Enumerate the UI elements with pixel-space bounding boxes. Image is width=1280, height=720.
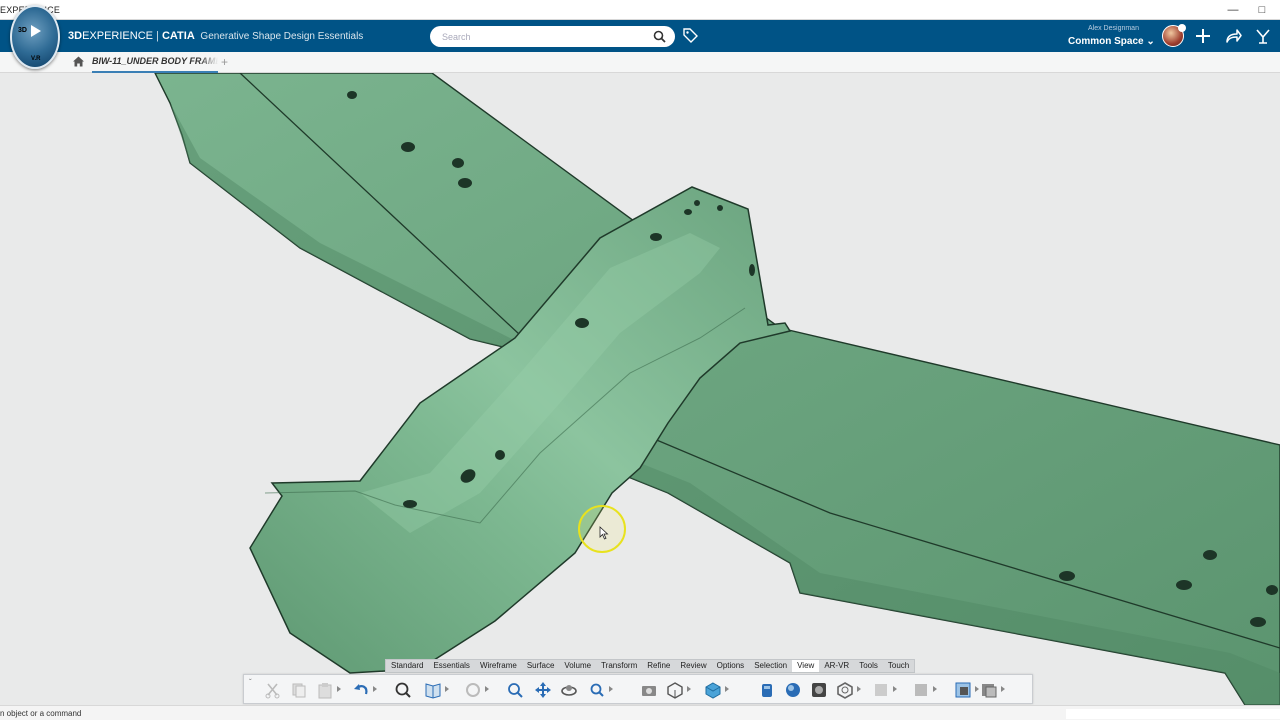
- underbody-frame-model[interactable]: [0, 73, 1280, 705]
- compass-icon[interactable]: 3D V.R: [10, 5, 60, 69]
- materials-icon[interactable]: [784, 681, 802, 699]
- brand-experience: EXPERIENCE: [82, 30, 153, 42]
- action-bar: ˇ: [243, 674, 1033, 704]
- tab-refine[interactable]: Refine: [642, 660, 675, 672]
- tab-standard[interactable]: Standard: [386, 660, 428, 672]
- 3d-viewport[interactable]: [0, 73, 1280, 705]
- search-box[interactable]: [430, 26, 675, 47]
- tab-document-label: BIW-11_UNDER BODY FRAME: [92, 56, 218, 66]
- specification-tree-icon[interactable]: [424, 681, 442, 699]
- tab-options[interactable]: Options: [712, 660, 750, 672]
- expand-arrow-icon[interactable]: [1001, 686, 1005, 692]
- swap-visible-space-icon[interactable]: [912, 681, 930, 699]
- tab-volume[interactable]: Volume: [559, 660, 596, 672]
- expand-arrow-icon[interactable]: [857, 686, 861, 692]
- tab-ar-vr[interactable]: AR-VR: [819, 660, 854, 672]
- compass-apps-icon[interactable]: [1254, 27, 1272, 45]
- layer-icon[interactable]: [758, 681, 776, 699]
- tab-view[interactable]: View: [792, 660, 820, 672]
- tab-surface[interactable]: Surface: [522, 660, 560, 672]
- expand-arrow-icon[interactable]: [687, 686, 691, 692]
- cut-icon[interactable]: [264, 681, 282, 699]
- avatar[interactable]: [1162, 24, 1186, 47]
- tag-icon[interactable]: [682, 27, 699, 49]
- expand-arrow-icon[interactable]: [933, 686, 937, 692]
- ambient-icon[interactable]: [810, 681, 828, 699]
- expand-arrow-icon[interactable]: [609, 686, 613, 692]
- search-input[interactable]: [442, 30, 642, 44]
- properties-icon[interactable]: [980, 681, 998, 699]
- top-bar: 3DEXPERIENCE | CATIA Generative Shape De…: [0, 20, 1280, 52]
- refresh-icon[interactable]: [464, 681, 482, 699]
- tab-essentials[interactable]: Essentials: [428, 660, 474, 672]
- brand-separator: |: [152, 30, 162, 42]
- search-icon[interactable]: [653, 30, 666, 48]
- expand-arrow-icon[interactable]: [485, 686, 489, 692]
- action-bar-section-tabs: Standard Essentials Wireframe Surface Volume…: [385, 659, 916, 673]
- user-name: Alex Designman: [1088, 25, 1139, 32]
- minimize-button[interactable]: —: [1225, 2, 1241, 18]
- capture-icon[interactable]: [640, 681, 658, 699]
- expand-arrow-icon[interactable]: [725, 686, 729, 692]
- tab-document[interactable]: BIW-11_UNDER BODY FRAME: [92, 56, 218, 73]
- tab-review[interactable]: Review: [675, 660, 711, 672]
- share-icon[interactable]: [1224, 27, 1242, 45]
- compass-vr-label: V.R: [31, 56, 41, 62]
- add-tab-button[interactable]: +: [221, 55, 228, 69]
- tab-transform[interactable]: Transform: [596, 660, 642, 672]
- brand-3d: 3D: [68, 30, 83, 42]
- app-name: Generative Shape Design Essentials: [200, 31, 364, 42]
- collaborative-space-selector[interactable]: Common Space ⌄: [1068, 36, 1155, 47]
- undo-icon[interactable]: [352, 681, 370, 699]
- status-message: n object or a command: [0, 709, 82, 718]
- tab-touch[interactable]: Touch: [883, 660, 914, 672]
- home-icon[interactable]: [72, 55, 85, 73]
- expand-arrow-icon[interactable]: [337, 686, 341, 692]
- command-input[interactable]: [1066, 709, 1280, 719]
- shading-icon[interactable]: [836, 681, 854, 699]
- brand-catia: CATIA: [161, 30, 195, 42]
- action-bar-expand-icon[interactable]: ˇ: [249, 678, 252, 687]
- rotate-icon[interactable]: [560, 681, 578, 699]
- app-brand: 3DEXPERIENCE | CATIA Generative Shape De…: [68, 30, 363, 42]
- add-icon[interactable]: [1194, 27, 1212, 45]
- fit-all-icon[interactable]: [394, 681, 412, 699]
- zoom-icon[interactable]: [506, 681, 524, 699]
- zoom-area-icon[interactable]: [588, 681, 606, 699]
- maximize-button[interactable]: □: [1254, 2, 1270, 18]
- expand-arrow-icon[interactable]: [445, 686, 449, 692]
- play-icon: [31, 25, 41, 37]
- hide-show-icon[interactable]: [872, 681, 890, 699]
- window-titlebar: EXPERIENCE — □: [0, 0, 1280, 20]
- toggle-icon[interactable]: [954, 681, 972, 699]
- tab-wireframe[interactable]: Wireframe: [475, 660, 522, 672]
- status-bar: n object or a command: [0, 705, 1280, 720]
- expand-arrow-icon[interactable]: [373, 686, 377, 692]
- tab-tools[interactable]: Tools: [854, 660, 883, 672]
- document-tab-bar: BIW-11_UNDER BODY FRAME +: [0, 52, 1280, 73]
- status-dot: [1178, 24, 1186, 32]
- pan-icon[interactable]: [534, 681, 552, 699]
- normal-view-icon[interactable]: [666, 681, 684, 699]
- render-style-icon[interactable]: [704, 681, 722, 699]
- copy-icon[interactable]: [290, 681, 308, 699]
- expand-arrow-icon[interactable]: [975, 686, 979, 692]
- compass-3d-label: 3D: [18, 27, 27, 34]
- expand-arrow-icon[interactable]: [893, 686, 897, 692]
- tab-selection[interactable]: Selection: [749, 660, 792, 672]
- paste-icon[interactable]: [316, 681, 334, 699]
